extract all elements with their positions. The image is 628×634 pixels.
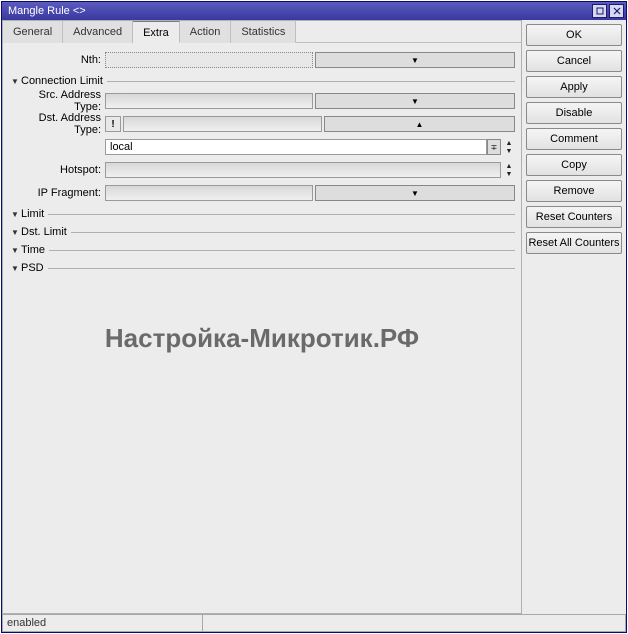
titlebar: Mangle Rule <> [2, 2, 626, 20]
hotspot-label: Hotspot: [9, 164, 105, 176]
tab-bar: General Advanced Extra Action Statistics [3, 21, 521, 43]
hotspot-down-button[interactable]: ▼ [503, 170, 515, 178]
psd-label: PSD [21, 262, 48, 274]
time-toggle[interactable]: ▼ [9, 246, 21, 255]
close-button[interactable] [609, 4, 624, 18]
dst-limit-toggle[interactable]: ▼ [9, 228, 21, 237]
time-label: Time [21, 244, 49, 256]
remove-button[interactable]: Remove [526, 180, 622, 202]
nth-input[interactable] [105, 52, 313, 68]
dst-address-type-down-button[interactable]: ▼ [503, 147, 515, 155]
dst-address-type-label: Dst. Address Type: [9, 112, 105, 136]
nth-label: Nth: [9, 54, 105, 66]
minimize-button[interactable] [592, 4, 607, 18]
dst-address-type-dropdown-button[interactable]: ∓ [487, 139, 501, 155]
comment-button[interactable]: Comment [526, 128, 622, 150]
dst-address-type-collapse-button[interactable]: ▲ [324, 116, 515, 132]
ip-fragment-input[interactable] [105, 185, 313, 201]
tab-extra[interactable]: Extra [133, 21, 180, 43]
src-address-type-label: Src. Address Type: [9, 89, 105, 113]
mangle-rule-dialog: Mangle Rule <> General Advanced Extra Ac… [1, 1, 627, 633]
limit-toggle[interactable]: ▼ [9, 210, 21, 219]
dst-address-type-negate-button[interactable]: ! [105, 116, 121, 132]
ip-fragment-expand-button[interactable]: ▼ [315, 185, 515, 201]
window-title: Mangle Rule <> [8, 5, 592, 17]
src-address-type-expand-button[interactable]: ▼ [315, 93, 515, 109]
form-area: Nth: ▼ ▼ Connection Limit Src. Address T… [3, 43, 521, 613]
reset-counters-button[interactable]: Reset Counters [526, 206, 622, 228]
hotspot-up-button[interactable]: ▲ [503, 162, 515, 170]
dst-address-type-value-input[interactable] [105, 139, 487, 155]
psd-toggle[interactable]: ▼ [9, 264, 21, 273]
watermark-text: Настройка-Микротик.РФ [105, 323, 419, 354]
status-text: enabled [3, 615, 203, 631]
tab-advanced[interactable]: Advanced [63, 21, 133, 43]
nth-expand-button[interactable]: ▼ [315, 52, 515, 68]
cancel-button[interactable]: Cancel [526, 50, 622, 72]
disable-button[interactable]: Disable [526, 102, 622, 124]
main-panel: General Advanced Extra Action Statistics… [2, 20, 522, 614]
tab-statistics[interactable]: Statistics [231, 21, 296, 43]
reset-all-counters-button[interactable]: Reset All Counters [526, 232, 622, 254]
tab-general[interactable]: General [3, 21, 63, 43]
status-bar: enabled [2, 614, 626, 632]
connection-limit-toggle[interactable]: ▼ [9, 77, 21, 86]
dst-address-type-input[interactable] [123, 116, 322, 132]
hotspot-input[interactable] [105, 162, 501, 178]
apply-button[interactable]: Apply [526, 76, 622, 98]
dst-address-type-up-button[interactable]: ▲ [503, 139, 515, 147]
src-address-type-input[interactable] [105, 93, 313, 109]
limit-label: Limit [21, 208, 48, 220]
button-panel: OK Cancel Apply Disable Comment Copy Rem… [522, 20, 626, 614]
connection-limit-label: Connection Limit [21, 75, 107, 87]
copy-button[interactable]: Copy [526, 154, 622, 176]
ip-fragment-label: IP Fragment: [9, 187, 105, 199]
ok-button[interactable]: OK [526, 24, 622, 46]
dst-limit-label: Dst. Limit [21, 226, 71, 238]
tab-action[interactable]: Action [180, 21, 232, 43]
